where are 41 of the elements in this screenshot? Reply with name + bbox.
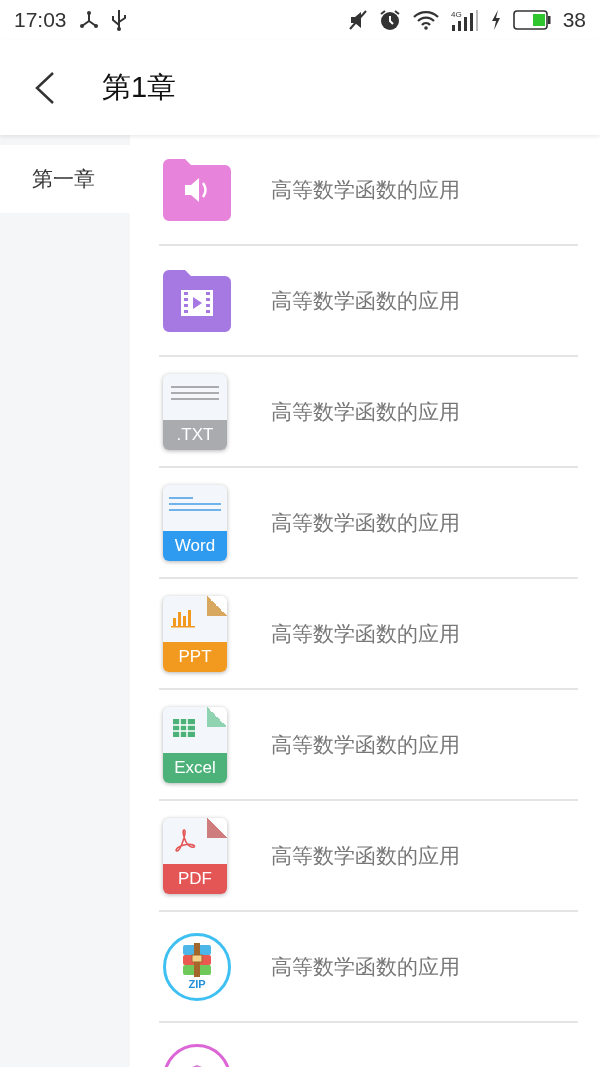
back-chevron-icon (34, 70, 56, 105)
file-list-item[interactable]: Word 高等数学函数的应用 (159, 468, 578, 579)
mute-icon (348, 10, 367, 30)
file-title: 高等数学函数的应用 (271, 953, 460, 980)
file-title: 高等数学函数的应用 (271, 731, 460, 758)
battery-icon (512, 10, 551, 30)
battery-percentage: 38 (562, 7, 586, 34)
charging-icon (490, 10, 501, 30)
file-type-label: .TXT (176, 426, 214, 443)
acrobat-symbol-icon (173, 827, 197, 852)
file-title: 高等数学函数的应用 (271, 287, 460, 314)
file-title: 高等数学函数的应用 (271, 620, 460, 647)
audio-folder-icon (163, 158, 231, 221)
page-title: 第1章 (102, 69, 177, 105)
file-list-item[interactable]: PDF 高等数学函数的应用 (159, 801, 578, 912)
archive-stack-icon (181, 943, 213, 979)
file-title: 高等数学函数的应用 (271, 842, 460, 869)
file-list-item[interactable]: ZIP 高等数学函数的应用 (159, 912, 578, 1023)
file-list-item[interactable]: .TXT 高等数学函数的应用 (159, 357, 578, 468)
table-grid-icon (173, 718, 195, 737)
chapter-tab[interactable]: 第一章 (0, 145, 130, 213)
status-time: 17:03 (14, 7, 67, 34)
alarm-icon (378, 9, 401, 31)
wifi-icon (412, 10, 439, 30)
file-type-label: ZIP (188, 979, 206, 990)
file-list-item[interactable]: Excel 高等数学函数的应用 (159, 690, 578, 801)
file-list-item[interactable]: 高等数学函数的应用 (159, 135, 578, 246)
usb-icon (110, 9, 127, 31)
file-type-label: PDF (178, 870, 212, 887)
file-type-label: Word (174, 537, 216, 554)
folded-corner-icon (207, 595, 227, 616)
file-type-label: PPT (178, 648, 212, 665)
folded-corner-icon (207, 817, 227, 838)
file-title: 高等数学函数的应用 (271, 398, 460, 425)
file-title: 高等数学函数的应用 (271, 176, 460, 203)
video-folder-icon (163, 269, 231, 332)
file-type-label: Excel (174, 759, 216, 776)
file-list-item[interactable]: PPT 高等数学函数的应用 (159, 579, 578, 690)
file-title: 高等数学函数的应用 (271, 509, 460, 536)
folded-corner-icon (207, 706, 227, 727)
file-list-item[interactable]: 高等数学函数的应用 (159, 246, 578, 357)
